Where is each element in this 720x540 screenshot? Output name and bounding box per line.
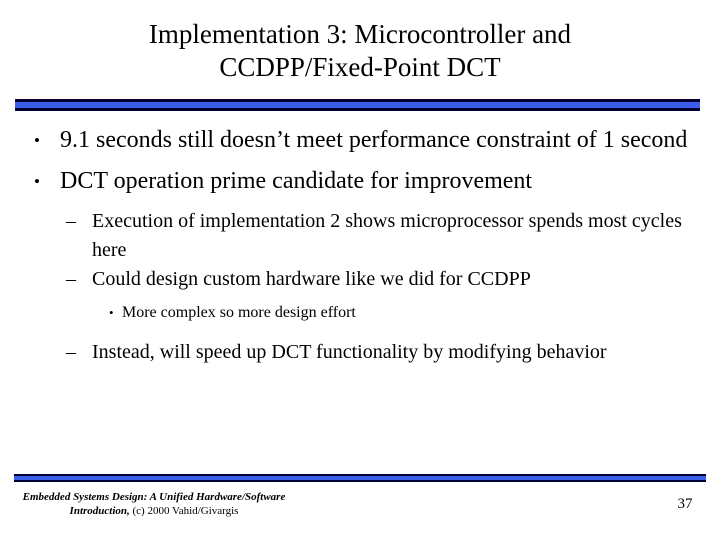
bullet-text: DCT operation prime candidate for improv… [60, 168, 533, 194]
footer-divider-bottom-rule [14, 480, 706, 482]
slide-canvas: Implementation 3: Microcontroller and CC… [0, 0, 720, 540]
bullet-text: Execution of implementation 2 shows micr… [92, 210, 682, 261]
bullet-marker-icon: • [109, 305, 114, 320]
bullet-level1-item: • 9.1 seconds still doesn’t meet perform… [0, 124, 720, 157]
dash-marker-icon: – [66, 341, 76, 363]
title-divider-bar [15, 99, 700, 111]
title-line-2: CCDPP/Fixed-Point DCT [219, 52, 501, 82]
footer-citation-copyright: (c) 2000 Vahid/Givargis [129, 505, 239, 517]
slide-body: • 9.1 seconds still doesn’t meet perform… [0, 124, 720, 367]
bullet-level3-item: • More complex so more design effort [0, 300, 720, 325]
dash-marker-icon: – [66, 210, 76, 232]
bullet-marker-icon: • [34, 131, 40, 150]
bullet-text: Could design custom hardware like we did… [92, 268, 531, 290]
bullet-text: More complex so more design effort [122, 304, 356, 321]
bullet-level2-item: – Execution of implementation 2 shows mi… [0, 207, 720, 265]
slide-title: Implementation 3: Microcontroller and CC… [30, 18, 690, 84]
footer-citation: Embedded Systems Design: A Unified Hardw… [14, 490, 294, 518]
slide-page-number: 37 [677, 496, 693, 512]
title-line-1: Implementation 3: Microcontroller and [148, 19, 572, 49]
bullet-level1-item: • DCT operation prime candidate for impr… [0, 165, 720, 198]
dash-marker-icon: – [66, 268, 76, 290]
bullet-level2-item: – Instead, will speed up DCT functionali… [0, 338, 720, 367]
bullet-level2-item: – Could design custom hardware like we d… [0, 265, 720, 294]
bullet-text: 9.1 seconds still doesn’t meet performan… [60, 127, 688, 153]
bullet-text: Instead, will speed up DCT functionality… [92, 341, 607, 363]
bullet-marker-icon: • [34, 172, 40, 191]
